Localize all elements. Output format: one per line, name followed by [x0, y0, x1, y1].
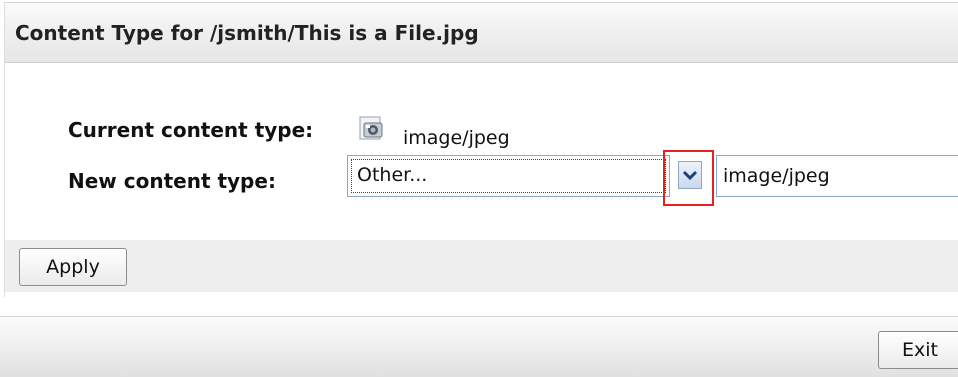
- button-bar: Apply: [5, 240, 958, 292]
- select-selected-value: Other...: [357, 164, 428, 186]
- exit-button[interactable]: Exit: [878, 331, 958, 369]
- apply-button[interactable]: Apply: [19, 248, 127, 286]
- panel-header: Content Type for /jsmith/This is a File.…: [5, 3, 958, 63]
- content-type-select[interactable]: Other...: [347, 155, 670, 197]
- current-content-type-value: image/jpeg: [403, 127, 510, 149]
- new-content-type-label: New content type:: [68, 169, 276, 193]
- footer-bar: Exit: [0, 316, 958, 377]
- current-content-type-label: Current content type:: [68, 118, 314, 142]
- dropdown-highlight-box: [663, 150, 714, 206]
- panel-title: Content Type for /jsmith/This is a File.…: [15, 21, 479, 45]
- image-file-icon: [358, 115, 386, 141]
- content-type-input[interactable]: [716, 155, 958, 197]
